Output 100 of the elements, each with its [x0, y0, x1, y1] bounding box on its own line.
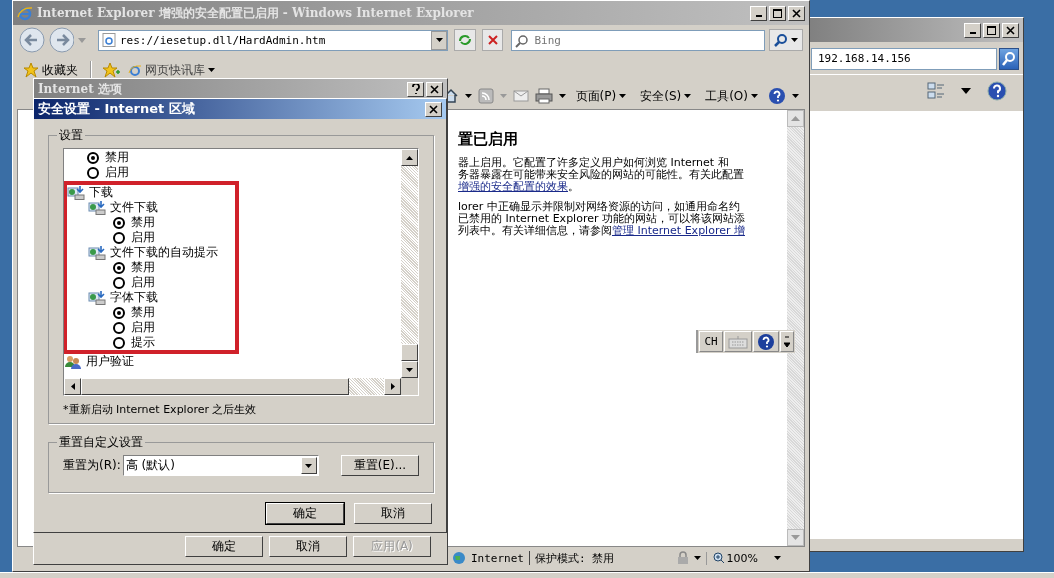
- option-label[interactable]: 禁用: [131, 304, 155, 321]
- options-button[interactable]: [780, 331, 794, 352]
- address-field[interactable]: 192.168.14.156: [811, 48, 997, 70]
- dropdown-arrow-icon[interactable]: [792, 94, 799, 98]
- dropdown-arrow-icon[interactable]: [464, 94, 472, 98]
- dropdown-arrow-icon[interactable]: [693, 556, 701, 560]
- close-button[interactable]: [426, 81, 443, 97]
- caret-icon: [435, 38, 443, 42]
- dropdown-button[interactable]: [431, 30, 448, 50]
- down-arrow-icon[interactable]: [406, 367, 413, 372]
- option-label[interactable]: 启用: [105, 164, 129, 181]
- address-field[interactable]: res://iesetup.dll/HardAdmin.htm: [98, 29, 449, 51]
- back-button-icon[interactable]: [19, 27, 45, 53]
- option-label[interactable]: 启用: [131, 319, 155, 336]
- restart-note: *重新启动 Internet Explorer 之后生效: [63, 402, 258, 417]
- page-heading: 置已启用: [458, 130, 519, 149]
- radio-button[interactable]: [113, 321, 125, 334]
- language-button[interactable]: CH: [699, 331, 723, 352]
- maximize-button[interactable]: [769, 5, 786, 21]
- body-text: lorer 中正确显示并限制对网络资源的访问，如通用命名约: [458, 200, 740, 213]
- print-icon[interactable]: [534, 88, 553, 104]
- refresh-icon: [457, 33, 472, 47]
- favorites-button[interactable]: 收藏夹: [21, 61, 80, 79]
- magnifier-icon: [712, 552, 725, 564]
- dialog-button[interactable]: 确定: [185, 536, 263, 557]
- page-icon: [128, 63, 142, 77]
- radio-button[interactable]: [113, 216, 125, 229]
- maximize-button[interactable]: [983, 22, 1000, 38]
- radio-button[interactable]: [113, 261, 125, 274]
- radio-button[interactable]: [87, 151, 99, 164]
- body-text: 器上启用。它配置了许多定义用户如何浏览 Internet 和: [458, 156, 729, 169]
- reset-button[interactable]: 重置(E)...: [341, 455, 419, 476]
- radio-button[interactable]: [113, 276, 125, 289]
- caret-icon: [684, 94, 692, 98]
- globe-icon: [452, 551, 466, 565]
- web-slice-gallery-link[interactable]: 网页快讯库: [126, 61, 217, 79]
- help-icon[interactable]: [768, 87, 786, 105]
- option-label[interactable]: 禁用: [131, 214, 155, 231]
- view-icon[interactable]: [927, 82, 945, 100]
- setting-label[interactable]: 文件下载的自动提示: [110, 244, 218, 261]
- dialog-button[interactable]: 取消: [354, 503, 432, 524]
- minimize-button[interactable]: [964, 22, 981, 38]
- search-icon: [515, 33, 530, 48]
- body-text: 务器暴露在可能带来安全风险的网站的可能性。有关此配置: [458, 168, 744, 181]
- option-label[interactable]: 提示: [131, 334, 155, 351]
- reset-level-dropdown[interactable]: 高 (默认): [122, 455, 319, 476]
- option-label[interactable]: 启用: [131, 229, 155, 246]
- feed-icon[interactable]: [477, 88, 494, 104]
- scrollbar-thumb[interactable]: [401, 344, 418, 361]
- search-icon: [1001, 51, 1017, 67]
- dialog-button[interactable]: 确定: [266, 503, 344, 524]
- setting-label[interactable]: 文件下载: [110, 199, 158, 216]
- help-button[interactable]: [407, 81, 424, 97]
- setting-label[interactable]: 下载: [89, 184, 113, 201]
- text-link[interactable]: 增强的安全配置的效果: [458, 180, 568, 193]
- minimize-button[interactable]: [750, 5, 767, 21]
- browser-logo-icon: [17, 5, 33, 21]
- help-button[interactable]: [753, 331, 779, 352]
- left-arrow-icon[interactable]: [70, 383, 75, 390]
- search-button[interactable]: [769, 29, 803, 51]
- close-button[interactable]: [788, 5, 805, 21]
- help-icon[interactable]: [987, 81, 1007, 101]
- text-link[interactable]: 管理 Internet Explorer 增: [612, 224, 745, 237]
- dropdown-arrow-icon[interactable]: [558, 94, 566, 98]
- up-arrow-icon[interactable]: [406, 155, 413, 160]
- close-icon: [430, 84, 439, 94]
- radio-button[interactable]: [113, 336, 125, 349]
- setting-label[interactable]: 字体下载: [110, 289, 158, 306]
- setting-label[interactable]: 用户验证: [86, 353, 134, 370]
- close-button[interactable]: [425, 101, 442, 117]
- option-label[interactable]: 禁用: [105, 149, 129, 166]
- help-icon: [757, 332, 775, 351]
- close-button[interactable]: [1002, 22, 1019, 38]
- reset-label: 重置为(R):: [63, 457, 121, 474]
- command-menu-button[interactable]: 页面(P): [571, 87, 631, 105]
- caret-icon: [305, 463, 313, 468]
- dialog-button[interactable]: 取消: [269, 536, 347, 557]
- close-icon: [429, 104, 438, 114]
- close-icon: [1006, 25, 1015, 35]
- search-field[interactable]: Bing: [511, 29, 766, 51]
- stop-button[interactable]: [481, 29, 504, 51]
- cross-icon: [486, 34, 499, 46]
- option-label[interactable]: 启用: [131, 274, 155, 291]
- caret-icon: [791, 38, 799, 42]
- refresh-button[interactable]: [454, 29, 476, 51]
- forward-button-icon[interactable]: [48, 27, 75, 53]
- download-settings-icon: [88, 290, 106, 305]
- search-button[interactable]: [999, 48, 1019, 70]
- zoom-button[interactable]: 100%: [705, 551, 801, 565]
- right-arrow-icon[interactable]: [390, 383, 395, 390]
- option-label[interactable]: 禁用: [131, 259, 155, 276]
- vertical-scrollbar[interactable]: [401, 149, 418, 378]
- command-menu-button[interactable]: 工具(O): [701, 87, 762, 105]
- command-menu-button[interactable]: 安全(S): [636, 87, 696, 105]
- radio-button[interactable]: [113, 231, 125, 244]
- radio-button[interactable]: [87, 166, 99, 179]
- dropdown-arrow-icon[interactable]: [961, 88, 971, 94]
- body-text: 列表中。有关详细信息，请参阅: [458, 224, 612, 237]
- radio-button[interactable]: [113, 306, 125, 319]
- horizontal-scrollbar[interactable]: [64, 378, 418, 395]
